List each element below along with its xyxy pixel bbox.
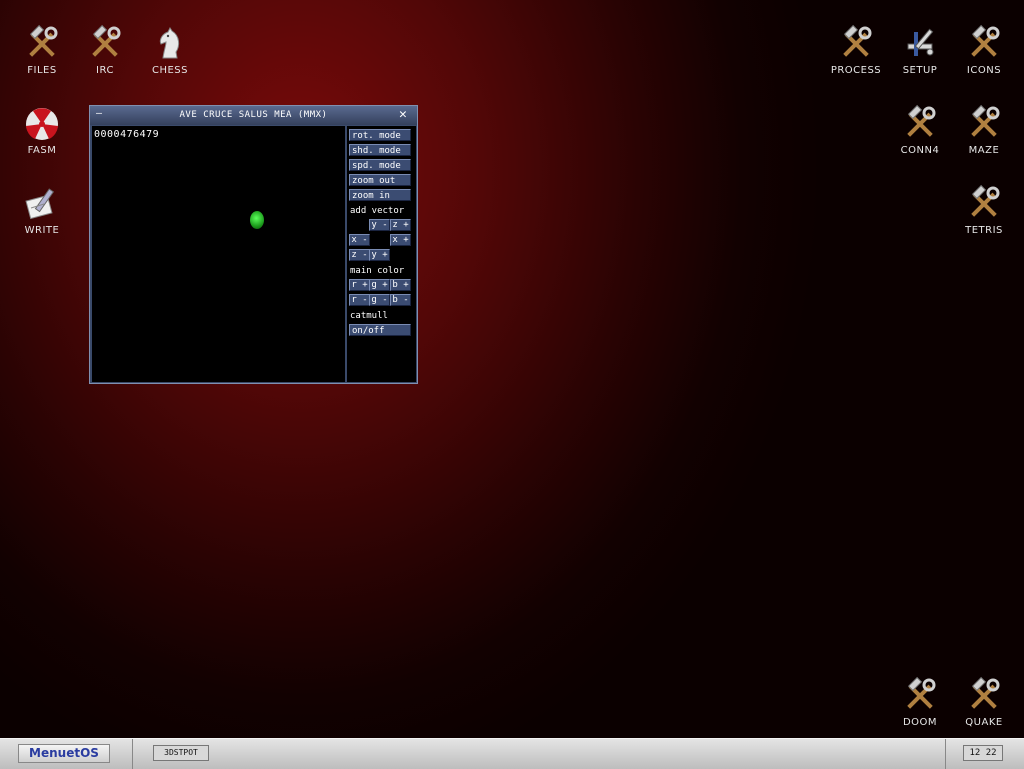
y-plus-button[interactable]: y + <box>369 249 390 261</box>
desktop-icon-tetris[interactable]: TETRIS <box>952 184 1016 260</box>
icon-label: WRITE <box>24 225 60 236</box>
taskbar-divider <box>945 739 946 769</box>
desktop-icon-irc[interactable]: IRC <box>73 24 137 100</box>
shd-mode-button[interactable]: shd. mode <box>349 144 411 156</box>
desktop-icon-maze[interactable]: MAZE <box>952 104 1016 180</box>
icon-label: MAZE <box>968 145 1000 156</box>
icon-label: TETRIS <box>965 225 1003 236</box>
radiation-icon <box>26 108 58 140</box>
window-title: AVE CRUCE SALUS MEA (MMX) <box>179 110 328 120</box>
b-minus-button[interactable]: b - <box>390 294 411 306</box>
icon-label: FASM <box>27 145 57 156</box>
icon-label: PROCESS <box>830 65 882 76</box>
desktop-icon-files[interactable]: FILES <box>10 24 74 100</box>
icon-label: CHESS <box>151 65 188 76</box>
desktop-icon-write[interactable]: WRITE <box>10 184 74 260</box>
icon-label: SETUP <box>902 65 938 76</box>
tools-icon <box>971 24 1000 57</box>
tools-icon <box>92 24 121 57</box>
x-minus-button[interactable]: x - <box>349 234 370 246</box>
icon-label: DOOM <box>902 717 938 728</box>
start-menu-button[interactable]: MenuetOS <box>18 744 110 763</box>
desktop-icon-setup[interactable]: SETUP <box>888 24 952 100</box>
pen-icon <box>25 188 55 220</box>
b-plus-button[interactable]: b + <box>390 279 411 291</box>
rendered-3d-object <box>250 211 264 229</box>
z-minus-button[interactable]: z - <box>349 249 370 261</box>
chess-knight-icon <box>159 27 180 59</box>
catmull-toggle-button[interactable]: on/off <box>349 324 411 336</box>
taskbar: MenuetOS 3DSTPOT 12 22 <box>0 738 1024 769</box>
tools-icon <box>971 184 1000 217</box>
x-plus-button[interactable]: x + <box>390 234 411 246</box>
r-plus-button[interactable]: r + <box>349 279 370 291</box>
icon-label: IRC <box>96 65 114 76</box>
taskbar-clock: 12 22 <box>963 745 1003 761</box>
add-vector-label: add vector <box>350 206 405 216</box>
spd-mode-button[interactable]: spd. mode <box>349 159 411 171</box>
tools-icon <box>843 24 872 57</box>
rot-mode-button[interactable]: rot. mode <box>349 129 411 141</box>
tools-icon <box>907 676 936 709</box>
desktop-icon-fasm[interactable]: FASM <box>10 104 74 180</box>
close-icon[interactable]: ✕ <box>399 108 412 122</box>
icon-label: FILES <box>27 65 57 76</box>
g-minus-button[interactable]: g - <box>369 294 390 306</box>
frame-counter: 0000476479 <box>94 129 160 140</box>
icon-label: CONN4 <box>900 145 940 156</box>
desktop-icon-process[interactable]: PROCESS <box>824 24 888 100</box>
catmull-label: catmull <box>350 311 388 321</box>
z-plus-button[interactable]: z + <box>390 219 411 231</box>
desktop-icon-chess[interactable]: CHESS <box>138 24 202 100</box>
g-plus-button[interactable]: g + <box>369 279 390 291</box>
window-titlebar[interactable]: — AVE CRUCE SALUS MEA (MMX) ✕ <box>90 106 417 125</box>
setup-icon <box>907 28 934 56</box>
render-canvas[interactable]: 0000476479 <box>92 126 345 382</box>
zoom-in-button[interactable]: zoom in <box>349 189 411 201</box>
app-window-3dstpot: — AVE CRUCE SALUS MEA (MMX) ✕ 0000476479… <box>89 105 418 384</box>
control-panel: rot. mode shd. mode spd. mode zoom out z… <box>347 126 416 382</box>
zoom-out-button[interactable]: zoom out <box>349 174 411 186</box>
tools-icon <box>971 676 1000 709</box>
y-minus-button[interactable]: y - <box>369 219 390 231</box>
tools-icon <box>29 24 58 57</box>
tools-icon <box>907 104 936 137</box>
icon-label: QUAKE <box>965 717 1003 728</box>
icon-label: ICONS <box>966 65 1002 76</box>
main-color-label: main color <box>350 266 405 276</box>
taskbar-divider <box>132 739 133 769</box>
taskbar-task-button[interactable]: 3DSTPOT <box>153 745 209 761</box>
desktop-icon-conn4[interactable]: CONN4 <box>888 104 952 180</box>
desktop-icon-icons[interactable]: ICONS <box>952 24 1016 100</box>
r-minus-button[interactable]: r - <box>349 294 370 306</box>
tools-icon <box>971 104 1000 137</box>
